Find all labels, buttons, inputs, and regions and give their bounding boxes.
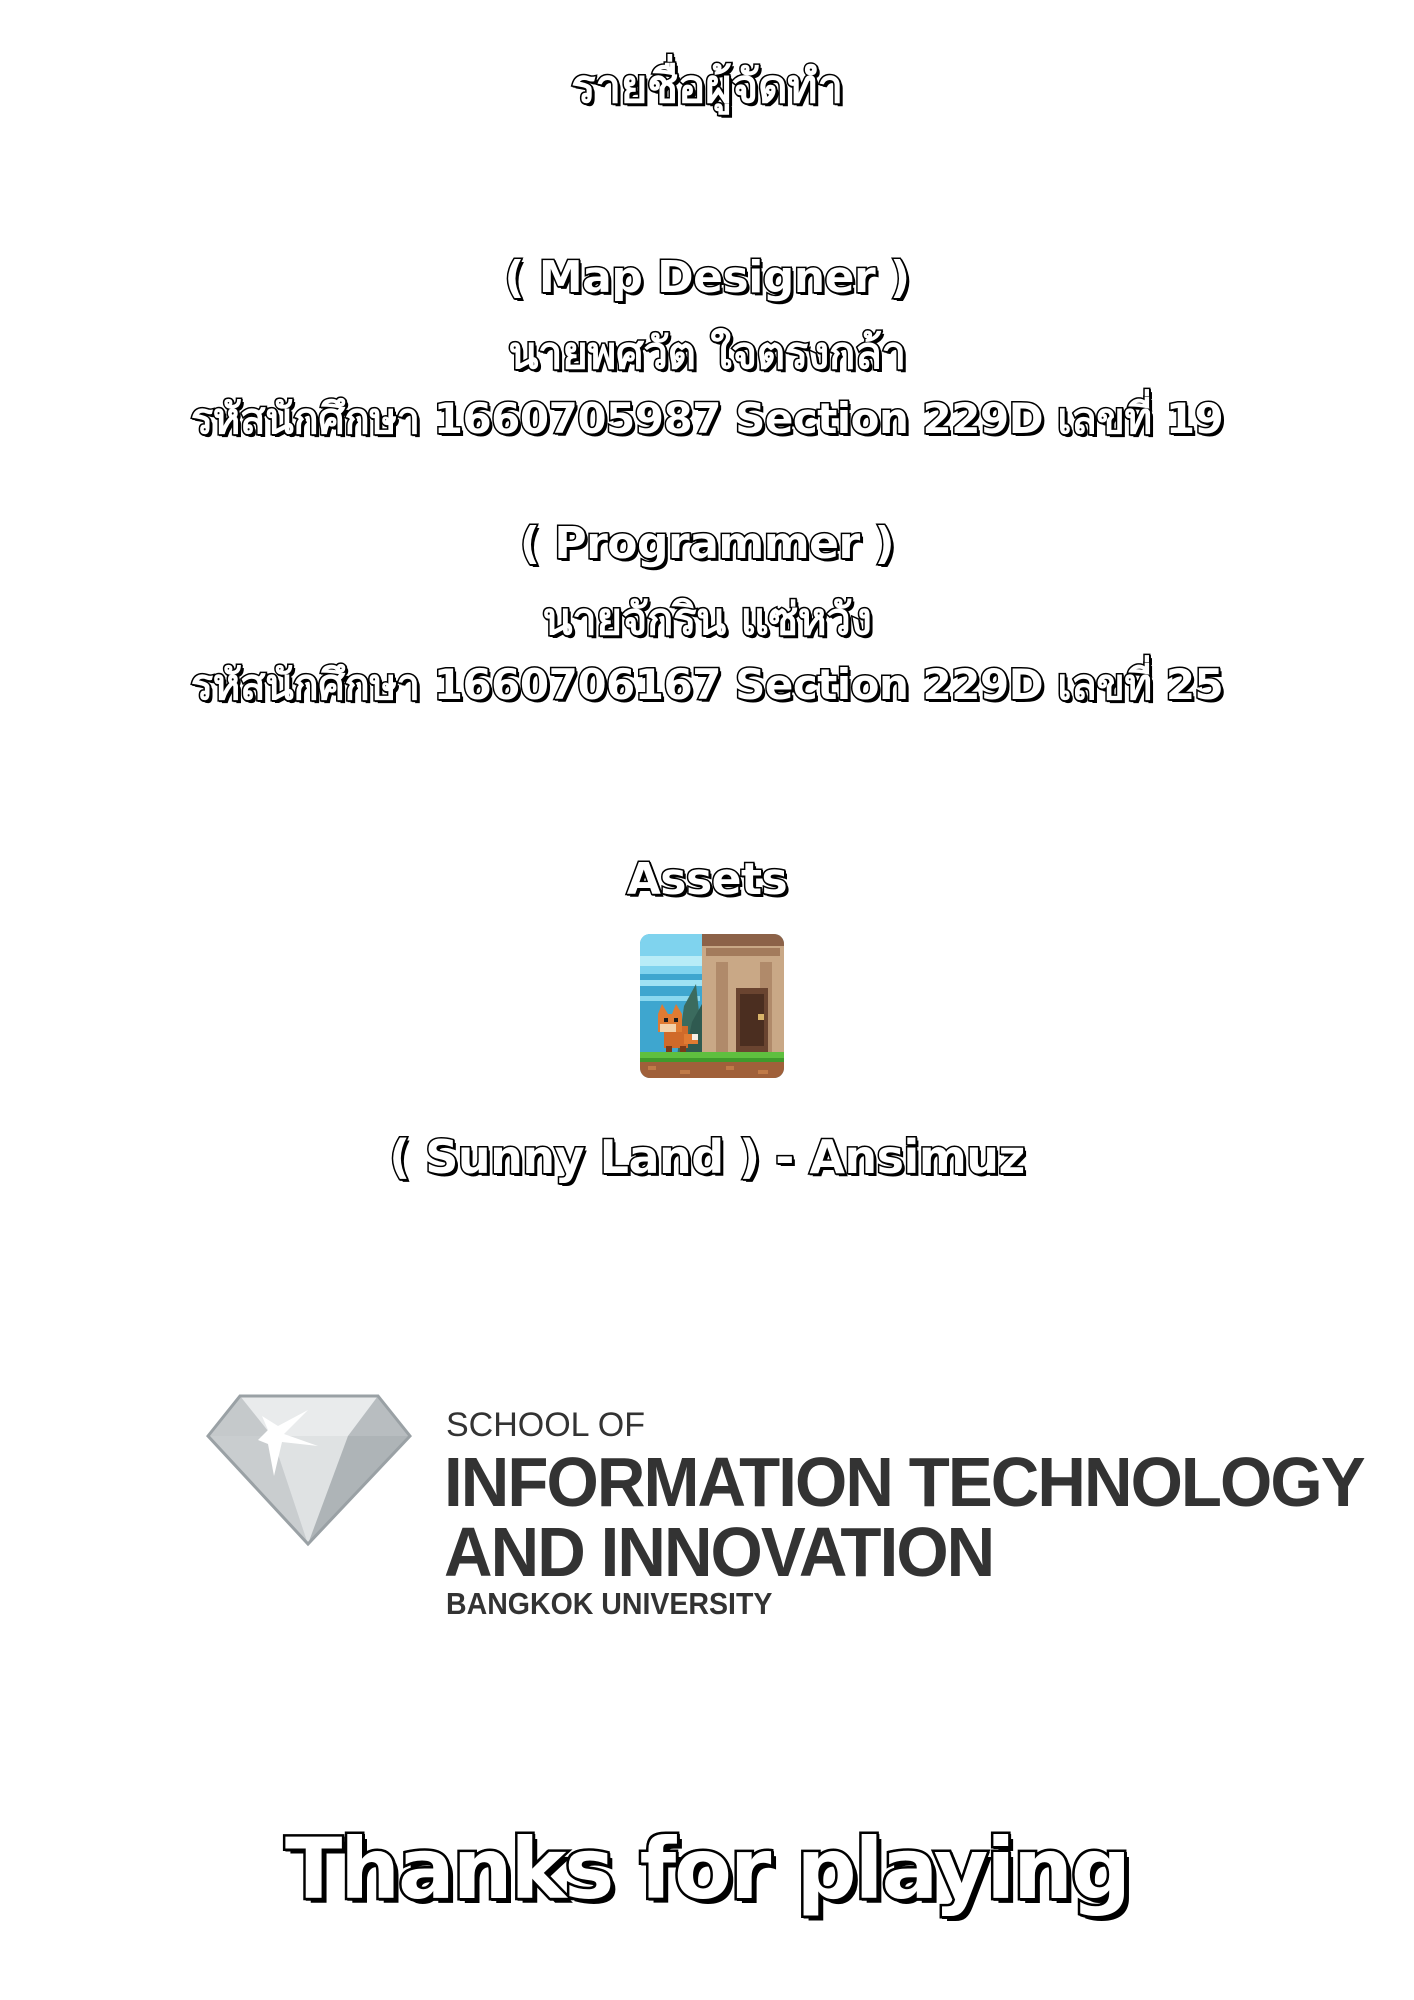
logo-school-of: SCHOOL OF — [446, 1406, 645, 1444]
asset-credit: ( Sunny Land ) - Ansimuz — [388, 1129, 1027, 1186]
diamond-icon — [206, 1394, 412, 1547]
sunny-land-thumbnail — [640, 934, 784, 1078]
logo-bangkok-university: BANGKOK UNIVERSITY — [446, 1586, 773, 1621]
logo-information-technology: INFORMATION TECHNOLOGY — [444, 1443, 1366, 1521]
member-1-student-info: รหัสนักศึกษา 1660705987 Section 229D เลข… — [189, 393, 1225, 445]
member-2-name: นายจักริน แซ่หวัง — [541, 593, 873, 647]
member-1-role: ( Map Designer ) — [503, 251, 912, 305]
logo-and-innovation: AND INNOVATION — [444, 1513, 995, 1591]
thanks-for-playing: Thanks for playing — [282, 1818, 1133, 1921]
member-2-student-info: รหัสนักศึกษา 1660706167 Section 229D เลข… — [189, 659, 1225, 711]
credits-title: รายชื่อผู้จัดทำ — [570, 58, 845, 115]
member-1-name: นายพศวัต ใจตรงกล้า — [507, 327, 908, 381]
member-2-role: ( Programmer ) — [518, 517, 896, 571]
school-logo: SCHOOL OF INFORMATION TECHNOLOGY AND INN… — [198, 1390, 1366, 1640]
assets-heading: Assets — [625, 853, 789, 907]
